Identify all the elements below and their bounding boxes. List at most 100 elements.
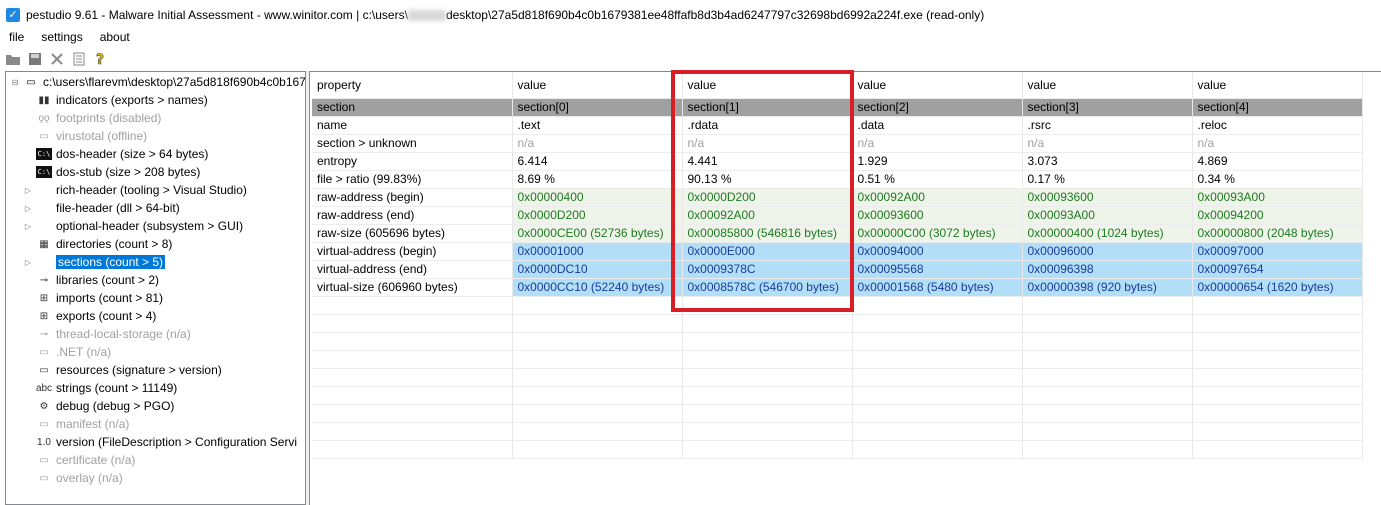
tree-item-exports[interactable]: ⊞ exports (count > 4) [36, 307, 157, 325]
table-row[interactable]: raw-address (end) 0x0000D200 0x00092A00 0x0… [312, 206, 1363, 225]
empty-row [312, 368, 1363, 387]
tree-item-overlay[interactable]: ▭ overlay (n/a) [36, 469, 122, 487]
empty-cell [1192, 404, 1363, 423]
value-cell: .data [852, 116, 1023, 135]
empty-cell [312, 314, 513, 333]
column-header-value[interactable]: value [512, 72, 683, 99]
expand-icon[interactable]: ▷ [23, 186, 33, 195]
tree-item-label: version (FileDescription > Configuration… [56, 435, 298, 449]
collapse-icon[interactable]: ⊟ [10, 78, 20, 87]
table-row[interactable]: section section[0] section[1] section[2] sec… [312, 98, 1363, 117]
tree-item-label: resources (signature > version) [56, 363, 222, 377]
tree-item-label: certificate (n/a) [56, 453, 136, 467]
empty-cell [852, 440, 1023, 459]
column-header-value[interactable]: value [852, 72, 1023, 99]
value-cell: 0x00094200 [1192, 206, 1363, 225]
menu-file[interactable]: file [0, 30, 32, 44]
value-cell: 0x00093600 [1022, 188, 1193, 207]
value-cell: 4.441 [682, 152, 853, 171]
save-icon[interactable] [26, 50, 44, 68]
tree-item-label: indicators (exports > names) [56, 93, 208, 107]
value-cell: n/a [512, 134, 683, 153]
column-header-value[interactable]: value [1192, 72, 1363, 99]
tree-item-manifest[interactable]: ▭ manifest (n/a) [36, 415, 129, 433]
tree-item-resources[interactable]: ▭ resources (signature > version) [36, 361, 222, 379]
tree-item-directories[interactable]: ▦ directories (count > 8) [36, 235, 172, 253]
value-cell: 0x00000398 (920 bytes) [1022, 278, 1193, 297]
empty-cell [1192, 422, 1363, 441]
empty-cell [1022, 440, 1193, 459]
tree-item-libraries[interactable]: ⊸ libraries (count > 2) [36, 271, 159, 289]
thread-local-storage-icon: ⊸ [39, 328, 49, 340]
tree-item-indicators[interactable]: ▮▮ indicators (exports > names) [36, 91, 208, 109]
empty-cell [682, 368, 853, 387]
tree-item-dos-header[interactable]: C:\ dos-header (size > 64 bytes) [36, 145, 208, 163]
sections-table: property value value value value value section… [312, 72, 1363, 459]
tree-item-thread-local-storage[interactable]: ⊸ thread-local-storage (n/a) [36, 325, 191, 343]
list-icon[interactable] [70, 50, 88, 68]
empty-cell [1192, 386, 1363, 405]
tree-item-optional-header[interactable]: ▷ optional-header (subsystem > GUI) [23, 217, 243, 235]
table-row[interactable]: file > ratio (99.83%) 8.69 % 90.13 % 0.51 %… [312, 170, 1363, 189]
table-row[interactable]: virtual-address (end) 0x0000DC10 0x0009378… [312, 260, 1363, 279]
value-cell: 0x00095568 [852, 260, 1023, 279]
file-header-icon [36, 201, 52, 215]
menu-about[interactable]: about [91, 30, 138, 44]
value-cell: 0x00097000 [1192, 242, 1363, 261]
title-suffix: desktop\27a5d818f690b4c0b1679381ee48ffaf… [445, 8, 985, 22]
expand-icon[interactable]: ▷ [23, 204, 33, 213]
table-row[interactable]: entropy 6.414 4.441 1.929 3.073 4.869 [312, 152, 1363, 171]
tree-item-rich-header[interactable]: ▷ rich-header (tooling > Visual Studio) [23, 181, 247, 199]
empty-cell [852, 296, 1023, 315]
tree-item-virustotal[interactable]: ▭ virustotal (offline) [36, 127, 147, 145]
empty-cell [312, 368, 513, 387]
help-icon[interactable]: ? [92, 50, 110, 68]
empty-cell [512, 350, 683, 369]
empty-cell [852, 422, 1023, 441]
empty-cell [1022, 422, 1193, 441]
value-cell: .rsrc [1022, 116, 1193, 135]
value-cell: n/a [1192, 134, 1363, 153]
tree-item-dos-stub[interactable]: C:\ dos-stub (size > 208 bytes) [36, 163, 200, 181]
empty-row [312, 440, 1363, 459]
table-row[interactable]: raw-address (begin) 0x00000400 0x0000D200 0… [312, 188, 1363, 207]
column-header-property[interactable]: property [312, 72, 513, 99]
table-row[interactable]: raw-size (605696 bytes) 0x0000CE00 (52736… [312, 224, 1363, 243]
version-icon: 1.0 [37, 436, 51, 448]
column-header-value[interactable]: value [1022, 72, 1193, 99]
expand-icon[interactable]: ▷ [23, 222, 33, 231]
empty-cell [682, 314, 853, 333]
resources-icon: ▭ [39, 364, 49, 376]
svg-text:?: ? [96, 52, 104, 67]
tree-item-strings[interactable]: abc strings (count > 11149) [36, 379, 177, 397]
table-row[interactable]: virtual-address (begin) 0x00001000 0x0000E… [312, 242, 1363, 261]
tree-root-label: c:\users\flarevm\desktop\27a5d818f690b4c… [43, 75, 305, 89]
tree-item-sections[interactable]: ▷ sections (count > 5) [23, 253, 166, 271]
expand-icon[interactable]: ▷ [23, 258, 33, 267]
table-row[interactable]: name .text .rdata .data .rsrc .reloc [312, 116, 1363, 135]
menu-settings[interactable]: settings [32, 30, 90, 44]
value-cell: 0x00094000 [852, 242, 1023, 261]
value-cell: 0x00000400 [512, 188, 683, 207]
tree-item-dotnet[interactable]: ▭ .NET (n/a) [36, 343, 111, 361]
empty-cell [512, 422, 683, 441]
column-header-value[interactable]: value [682, 72, 853, 99]
close-icon[interactable] [48, 50, 66, 68]
tree-root[interactable]: ⊟ ▭ c:\users\flarevm\desktop\27a5d818f690b… [10, 73, 305, 91]
value-cell: 0x00097654 [1192, 260, 1363, 279]
tree-item-file-header[interactable]: ▷ file-header (dll > 64-bit) [23, 199, 180, 217]
open-icon[interactable] [4, 50, 22, 68]
tree-item-label: virustotal (offline) [56, 129, 148, 143]
tree-item-version[interactable]: 1.0 version (FileDescription > Configurat… [36, 433, 297, 451]
tree-item-debug[interactable]: ⚙ debug (debug > PGO) [36, 397, 175, 415]
tree-item-certificate[interactable]: ▭ certificate (n/a) [36, 451, 135, 469]
empty-cell [852, 404, 1023, 423]
table-row[interactable]: section > unknown n/a n/a n/a n/a n/a [312, 134, 1363, 153]
value-cell: section[4] [1192, 98, 1363, 117]
empty-row [312, 422, 1363, 441]
tree-item-footprints[interactable]: ǫǫ footprints (disabled) [36, 109, 161, 127]
tree-item-imports[interactable]: ⊞ imports (count > 81) [36, 289, 163, 307]
empty-cell [1192, 440, 1363, 459]
table-row[interactable]: virtual-size (606960 bytes) 0x0000CC10 (5… [312, 278, 1363, 297]
tree-item-label: footprints (disabled) [56, 111, 162, 125]
